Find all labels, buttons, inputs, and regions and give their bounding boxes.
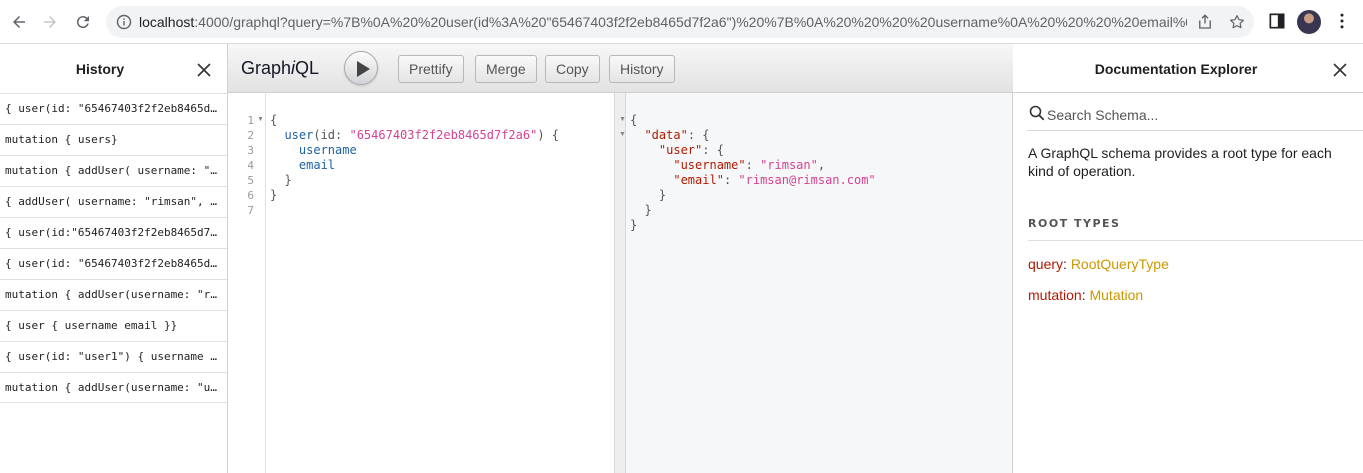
search-icon — [1029, 105, 1045, 121]
line-number: 4 — [247, 159, 254, 172]
profile-avatar[interactable] — [1297, 10, 1321, 34]
history-item[interactable]: { user(id: "65467403f2f2eb8465d7f2a6") {… — [0, 93, 227, 124]
execute-query-button[interactable] — [344, 51, 378, 85]
history-item[interactable]: mutation { addUser(username: "rimsan") } — [0, 279, 227, 310]
merge-button[interactable]: Merge — [475, 55, 537, 83]
line-number: 3 — [247, 144, 254, 157]
pane-resize-handle[interactable]: ▼ ▼ — [614, 93, 626, 473]
prettify-button[interactable]: Prettify — [398, 55, 464, 83]
line-number: 5 — [247, 174, 254, 187]
search-schema-input[interactable] — [1047, 103, 1347, 127]
fold-arrow-icon[interactable]: ▼ — [619, 116, 626, 123]
play-icon — [357, 61, 370, 77]
more-vertical-icon[interactable] — [1332, 11, 1352, 31]
history-item[interactable]: { user { username email }} — [0, 310, 227, 341]
docs-header: Documentation Explorer — [1013, 44, 1363, 93]
side-panel-icon[interactable] — [1267, 11, 1287, 31]
close-docs-icon[interactable] — [1331, 61, 1349, 79]
result-json: { "data": { "user": { "username": "rimsa… — [630, 113, 876, 232]
reload-icon — [76, 16, 89, 29]
reload-button[interactable] — [71, 10, 95, 34]
history-item[interactable]: { user(id:"65467403f2f2eb8465d7f2a6") } — [0, 217, 227, 248]
graphiql-toolbar: GraphiQL Prettify Merge Copy History — [228, 44, 1013, 93]
history-pane: History { user(id: "65467403f2f2eb8465d7… — [0, 44, 228, 473]
star-icon[interactable] — [1228, 13, 1246, 31]
copy-button[interactable]: Copy — [545, 55, 600, 83]
query-code[interactable]: { user(id: "65467403f2f2eb8465d7f2a6") {… — [270, 113, 559, 203]
history-item[interactable]: mutation { addUser( username: "rimsan" )… — [0, 155, 227, 186]
fold-arrow-icon[interactable]: ▼ — [619, 131, 626, 138]
root-query-type-link[interactable]: RootQueryType — [1071, 256, 1169, 272]
line-number: 7 — [247, 204, 254, 217]
line-number: 6 — [247, 189, 254, 202]
result-viewer: { "data": { "user": { "username": "rimsa… — [626, 93, 1013, 473]
close-history-icon[interactable] — [195, 61, 213, 79]
line-number-gutter: 1 2 3 4 5 6 7 ▼ — [228, 93, 266, 473]
query-editor[interactable]: 1 2 3 4 5 6 7 ▼ { user(id: "65467403f2f2… — [228, 93, 614, 473]
mutation-root-type: mutation: Mutation — [1028, 287, 1144, 303]
info-icon[interactable] — [116, 14, 132, 30]
history-list: { user(id: "65467403f2f2eb8465d7f2a6") {… — [0, 93, 227, 403]
forward-button[interactable] — [38, 10, 62, 34]
browser-toolbar: localhost:4000/graphql?query=%7B%0A%20%2… — [0, 0, 1363, 44]
history-title: History — [75, 61, 125, 77]
history-item[interactable]: mutation { addUser(username: "user1") } — [0, 372, 227, 403]
arrow-left-icon — [13, 16, 25, 28]
root-types-heading: ROOT TYPES — [1028, 217, 1363, 241]
url-text[interactable]: localhost:4000/graphql?query=%7B%0A%20%2… — [139, 14, 1187, 30]
graphiql-logo: GraphiQL — [241, 58, 320, 78]
history-item[interactable]: { user(id: "65467403f2f2eb8465d7f2a6") } — [0, 248, 227, 279]
history-item[interactable]: { addUser( username: "rimsan", email: ""… — [0, 186, 227, 217]
share-icon[interactable] — [1196, 13, 1214, 31]
fold-arrow-icon[interactable]: ▼ — [257, 116, 264, 123]
schema-search — [1027, 101, 1363, 131]
history-item[interactable]: { user(id: "user1") { username email } } — [0, 341, 227, 372]
back-button[interactable] — [7, 10, 31, 34]
address-bar[interactable]: localhost:4000/graphql?query=%7B%0A%20%2… — [106, 6, 1254, 38]
mutation-type-link[interactable]: Mutation — [1089, 287, 1143, 303]
line-number: 2 — [247, 129, 254, 142]
docs-title: Documentation Explorer — [1094, 61, 1258, 77]
line-number: 1 — [247, 114, 254, 127]
documentation-explorer: Documentation Explorer A GraphQL schema … — [1013, 44, 1363, 473]
query-root-type: query: RootQueryType — [1028, 256, 1169, 272]
history-item[interactable]: mutation { users} — [0, 124, 227, 155]
history-header: History — [0, 44, 228, 93]
history-button[interactable]: History — [609, 55, 675, 83]
schema-description: A GraphQL schema provides a root type fo… — [1028, 145, 1332, 179]
arrow-right-icon — [44, 16, 56, 28]
